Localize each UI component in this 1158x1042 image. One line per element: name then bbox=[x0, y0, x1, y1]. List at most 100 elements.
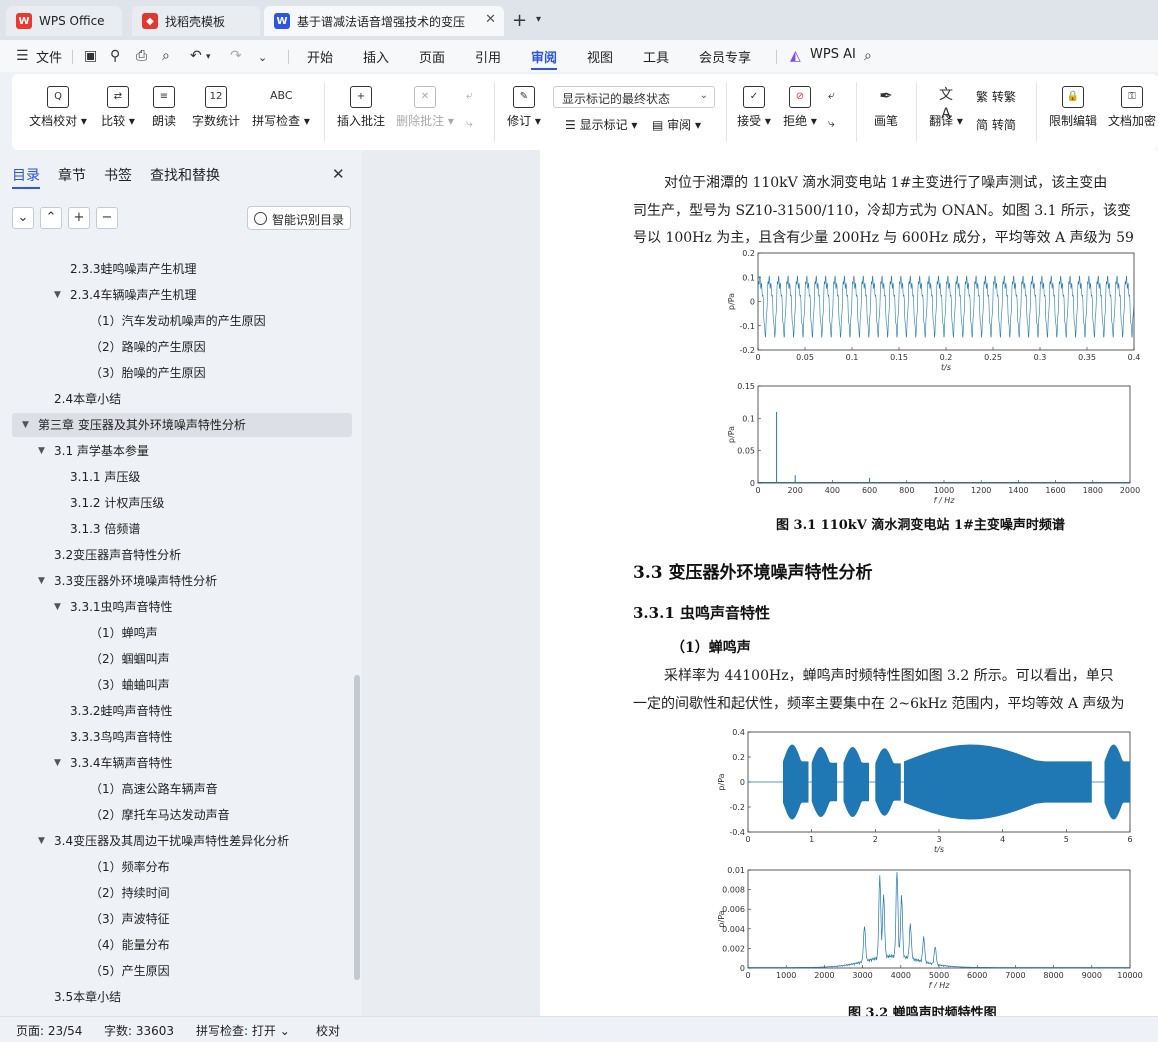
menu-membership[interactable]: 会员专享 bbox=[699, 47, 751, 66]
tab-toc[interactable]: 目录 bbox=[12, 165, 40, 185]
remove-heading-button[interactable]: − bbox=[96, 207, 118, 229]
expand-arrow-icon[interactable]: ▼ bbox=[54, 595, 61, 619]
toc-item[interactable]: （1）频率分布 bbox=[12, 855, 352, 879]
menu-review[interactable]: 审阅 bbox=[531, 47, 557, 66]
proofread-status[interactable]: 校对 bbox=[316, 1022, 340, 1039]
collapse-all-button[interactable]: ⌄ bbox=[12, 207, 34, 229]
spell-check-status[interactable]: 拼写检查: 打开 ⌄ bbox=[196, 1022, 290, 1039]
toc-item[interactable]: 3.3.2蛙鸣声音特性 bbox=[12, 699, 352, 723]
chevron-down-icon[interactable]: ⌄ bbox=[258, 51, 267, 64]
spell-check-button[interactable]: ABC 拼写检查 ▾ bbox=[250, 74, 312, 150]
print-icon[interactable]: ⎙ bbox=[136, 48, 147, 64]
tab-bookmarks[interactable]: 书签 bbox=[104, 165, 132, 185]
show-markup-button[interactable]: ☰ 显示标记 ▾ bbox=[565, 116, 637, 133]
chevron-down-icon[interactable]: ▾ bbox=[536, 14, 541, 25]
toc-item[interactable]: （4）能量分布 bbox=[12, 933, 352, 957]
x-tick-label: 0.25 bbox=[984, 353, 1002, 362]
toc-item[interactable]: 2.3.3蛙鸣噪声产生机理 bbox=[12, 257, 352, 281]
save-icon[interactable]: ▣ bbox=[84, 48, 97, 64]
expand-arrow-icon[interactable]: ▼ bbox=[54, 283, 61, 307]
toc-item[interactable]: （3）胎噪的产生原因 bbox=[12, 361, 352, 385]
expand-arrow-icon[interactable]: ▼ bbox=[38, 439, 45, 463]
toc-item[interactable]: 3.1.1 声压级 bbox=[12, 465, 352, 489]
toc-item[interactable]: 3.1.3 倍频谱 bbox=[12, 517, 352, 541]
wps-ai-button[interactable]: WPS AI bbox=[810, 47, 856, 62]
pen-button[interactable]: ✒ 画笔 bbox=[866, 74, 906, 150]
tab-docer[interactable]: ◆ 找稻壳模板 bbox=[132, 6, 260, 36]
new-tab-icon[interactable]: + bbox=[512, 10, 527, 31]
close-tab-icon[interactable]: ✕ bbox=[485, 12, 496, 27]
menu-tools[interactable]: 工具 bbox=[643, 47, 669, 66]
toc-item[interactable]: 3.1.2 计权声压级 bbox=[12, 491, 352, 515]
tab-current-document[interactable]: W 基于谱减法语音增强技术的变压 ✕ bbox=[264, 6, 504, 36]
toc-item[interactable]: 2.4本章小结 bbox=[12, 387, 352, 411]
print-preview-icon[interactable]: ⌕ bbox=[162, 48, 170, 64]
chevron-down-icon[interactable]: ▾ bbox=[206, 52, 211, 62]
x-axis-label: f / Hz bbox=[934, 496, 956, 505]
tab-sections[interactable]: 章节 bbox=[58, 165, 86, 185]
tab-find-replace[interactable]: 查找和替换 bbox=[150, 165, 220, 185]
link-icon[interactable]: ⚲ bbox=[110, 48, 120, 64]
toc-item[interactable]: （3）蛐蛐叫声 bbox=[12, 673, 352, 697]
smart-toc-button[interactable]: 智能识别目录 bbox=[247, 206, 351, 230]
previous-change-icon[interactable]: ⤶ bbox=[828, 88, 835, 103]
word-count[interactable]: 字数: 33603 bbox=[104, 1022, 174, 1039]
toc-item[interactable]: （2）路噪的产生原因 bbox=[12, 335, 352, 359]
track-changes-button[interactable]: ✎ 修订 ▾ bbox=[504, 74, 544, 150]
to-traditional-button[interactable]: 繁 转繁 bbox=[976, 88, 1016, 105]
toc-item[interactable]: （5）产生原因 bbox=[12, 959, 352, 983]
menu-references[interactable]: 引用 bbox=[475, 47, 501, 66]
review-pane-button[interactable]: ▤ 审阅 ▾ bbox=[652, 116, 701, 133]
toc-item[interactable]: （1）蝉鸣声 bbox=[12, 621, 352, 645]
show-markup-icon: ☰ bbox=[565, 118, 580, 132]
toc-item[interactable]: （2）摩托车马达发动声音 bbox=[12, 803, 352, 827]
menu-home[interactable]: 开始 bbox=[307, 47, 333, 66]
toc-item[interactable]: ▼ 3.3.4车辆声音特性 bbox=[12, 751, 352, 775]
toc-item[interactable]: ▼ 第三章 变压器及其外环境噪声特性分析 bbox=[12, 413, 352, 437]
toc-item[interactable]: ▼ 3.4变压器及其周边干扰噪声特性差异化分析 bbox=[12, 829, 352, 853]
toc-item[interactable]: 3.2变压器声音特性分析 bbox=[12, 543, 352, 567]
toc-item[interactable]: 3.3.3鸟鸣声音特性 bbox=[12, 725, 352, 749]
accept-button[interactable]: ✓ 接受 ▾ bbox=[734, 74, 774, 150]
next-change-icon[interactable]: ⤷ bbox=[828, 116, 835, 131]
toc-item[interactable]: ▼ 2.3.4车辆噪声产生机理 bbox=[12, 283, 352, 307]
document-page[interactable]: 对位于湘潭的 110kV 滴水洞变电站 1#主变进行了噪声测试，该主变由 司生产… bbox=[540, 150, 1158, 1016]
menu-file[interactable]: 文件 bbox=[36, 47, 62, 66]
page-indicator[interactable]: 页面: 23/54 bbox=[16, 1022, 82, 1039]
menu-page[interactable]: 页面 bbox=[419, 47, 445, 66]
tab-wps-office[interactable]: W WPS Office bbox=[6, 6, 122, 36]
menu-insert[interactable]: 插入 bbox=[363, 47, 389, 66]
hamburger-menu-icon[interactable]: ☰ bbox=[16, 48, 29, 64]
proofread-button[interactable]: Q 文档校对 ▾ bbox=[26, 74, 90, 150]
add-heading-button[interactable]: + bbox=[68, 207, 90, 229]
to-simplified-button[interactable]: 简 转简 bbox=[976, 116, 1016, 133]
expand-arrow-icon[interactable]: ▼ bbox=[38, 569, 45, 593]
compare-button[interactable]: ⇄ 比较 ▾ bbox=[96, 74, 140, 150]
undo-icon[interactable]: ↶ bbox=[190, 48, 202, 64]
expand-up-button[interactable]: ⌃ bbox=[40, 207, 62, 229]
expand-arrow-icon[interactable]: ▼ bbox=[22, 413, 29, 437]
encrypt-document-button[interactable]: ⚿ 文档加密 bbox=[1106, 74, 1158, 150]
markup-mode-select[interactable]: 显示标记的最终状态 ⌄ bbox=[553, 86, 715, 108]
toc-item[interactable]: （2）蝈蝈叫声 bbox=[12, 647, 352, 671]
toc-item[interactable]: 3.5本章小结 bbox=[12, 985, 352, 1009]
expand-arrow-icon[interactable]: ▼ bbox=[54, 751, 61, 775]
menu-view[interactable]: 视图 bbox=[587, 47, 613, 66]
restrict-editing-button[interactable]: 🔒 限制编辑 bbox=[1046, 74, 1100, 150]
toc-item[interactable]: ▼ 3.1 声学基本参量 bbox=[12, 439, 352, 463]
word-count-button[interactable]: 12 字数统计 bbox=[188, 74, 244, 150]
toc-item[interactable]: （1）汽车发动机噪声的产生原因 bbox=[12, 309, 352, 333]
toc-item[interactable]: （3）声波特征 bbox=[12, 907, 352, 931]
close-panel-icon[interactable]: ✕ bbox=[332, 165, 345, 183]
toc-item[interactable]: ▼ 3.3.1虫鸣声音特性 bbox=[12, 595, 352, 619]
toc-item[interactable]: （2）持续时间 bbox=[12, 881, 352, 905]
reject-button[interactable]: ⊘ 拒绝 ▾ bbox=[780, 74, 820, 150]
toc-scrollbar[interactable] bbox=[354, 675, 360, 980]
insert-comment-button[interactable]: + 插入批注 bbox=[334, 74, 388, 150]
translate-button[interactable]: 文A 翻译 ▾ bbox=[926, 74, 966, 150]
read-aloud-button[interactable]: ≡ 朗读 bbox=[148, 74, 180, 150]
toc-item[interactable]: （1）高速公路车辆声音 bbox=[12, 777, 352, 801]
toc-item[interactable]: ▼ 3.3变压器外环境噪声特性分析 bbox=[12, 569, 352, 593]
expand-arrow-icon[interactable]: ▼ bbox=[38, 829, 45, 853]
search-icon[interactable]: ⌕ bbox=[864, 48, 872, 64]
